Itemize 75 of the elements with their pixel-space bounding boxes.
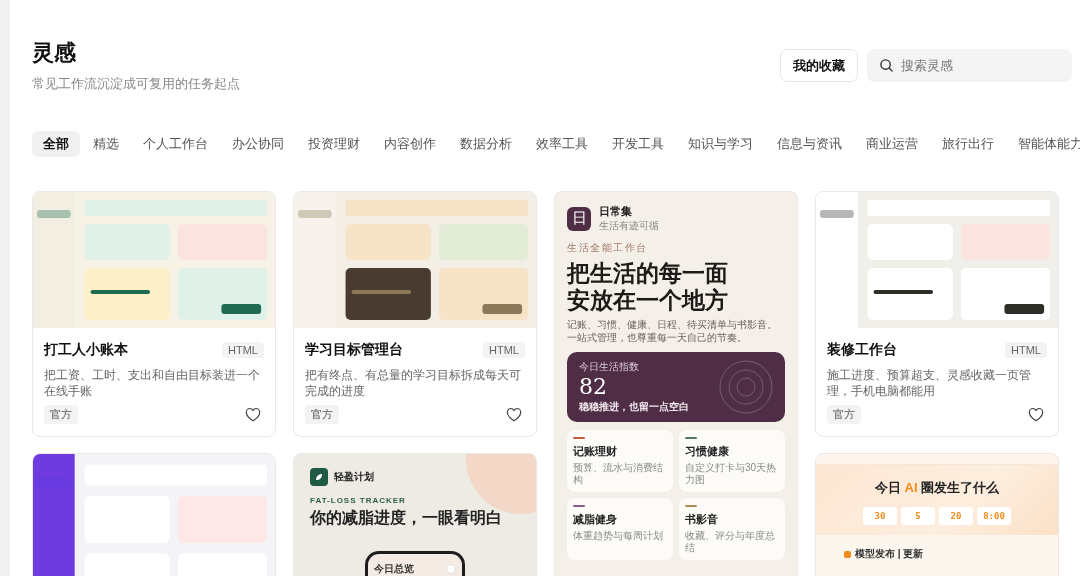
- category-tab[interactable]: 效率工具: [525, 131, 599, 157]
- card-title: 学习目标管理台: [305, 341, 403, 359]
- feature-tile[interactable]: 习惯健康 自定义打卡与30天热力图: [679, 430, 785, 492]
- category-tab[interactable]: 个人工作台: [132, 131, 219, 157]
- search-field[interactable]: 搜索灵感: [867, 49, 1072, 82]
- eyebrow-label: FAT-LOSS TRACKER: [310, 496, 407, 505]
- tile-subtitle: 预算、流水与消费结构: [573, 462, 664, 486]
- category-tab[interactable]: 数据分析: [449, 131, 523, 157]
- category-tab[interactable]: 内容创作: [373, 131, 447, 157]
- format-badge: HTML: [222, 342, 264, 358]
- stat-tile: 30: [863, 507, 897, 525]
- format-badge: HTML: [1005, 342, 1047, 358]
- stat-tile: 5: [901, 507, 935, 525]
- category-tab[interactable]: 精选: [82, 131, 130, 157]
- category-tab[interactable]: 开发工具: [601, 131, 675, 157]
- card-description: 施工进度、预算超支、灵感收藏一页管理，手机电脑都能用: [827, 367, 1032, 399]
- app-name: 轻盈计划: [334, 470, 374, 484]
- page-subtitle: 常见工作流沉淀成可复用的任务起点: [32, 75, 240, 93]
- category-tab[interactable]: 旅行出行: [931, 131, 1005, 157]
- headline: 今日 AI 圈发生了什么: [874, 479, 1000, 497]
- search-icon: [879, 58, 894, 73]
- app-name: 日常集: [599, 204, 633, 219]
- official-tag: 官方: [305, 405, 339, 424]
- tile-subtitle: 体重趋势与每周计划: [573, 530, 663, 542]
- card-title: 打工人小账本: [44, 341, 128, 359]
- tile-subtitle: 自定义打卡与30天热力图: [685, 462, 778, 486]
- format-badge: HTML: [483, 342, 525, 358]
- card-description: 把有终点、有总量的学习目标拆成每天可完成的进度: [305, 367, 522, 399]
- app-logo: 日: [567, 206, 591, 231]
- template-card[interactable]: 学习目标管理台 HTML 把有终点、有总量的学习目标拆成每天可完成的进度 官方: [293, 191, 537, 437]
- stat-tile: 8:00: [977, 507, 1011, 525]
- category-tab[interactable]: 全部: [32, 131, 80, 157]
- index-label: 今日生活指数: [579, 360, 640, 374]
- toggle-icon: [446, 564, 456, 574]
- section-title: 模型发布 | 更新: [855, 547, 924, 561]
- category-tab[interactable]: 投资理财: [297, 131, 371, 157]
- page-title: 灵感: [32, 39, 77, 67]
- headline: 安放在一个地方: [567, 286, 729, 313]
- template-card[interactable]: 今日 AI 圈发生了什么 30 5 20 8:00 模型发布 | 更新: [815, 453, 1059, 576]
- feature-tile[interactable]: 减脂健身 体重趋势与每周计划: [567, 498, 673, 560]
- heart-icon[interactable]: [245, 407, 261, 422]
- section-icon: [844, 550, 851, 558]
- favorites-button[interactable]: 我的收藏: [780, 49, 858, 82]
- heart-icon[interactable]: [506, 407, 522, 422]
- card-description: 把工资、工时、支出和自由目标装进一个在线手账: [44, 367, 261, 399]
- eyebrow-label: 生活全能工作台: [567, 241, 649, 255]
- category-tab[interactable]: 知识与学习: [677, 131, 764, 157]
- category-tab[interactable]: 办公协同: [221, 131, 295, 157]
- leaf-logo-icon: [310, 468, 328, 486]
- tile-title: 记账理财: [573, 444, 617, 459]
- headline: 把生活的每一面: [567, 259, 729, 286]
- index-value: 82: [579, 374, 608, 400]
- index-note: 稳稳推进，也留一点空白: [579, 400, 689, 414]
- heart-icon[interactable]: [1028, 407, 1044, 422]
- feature-tile[interactable]: 记账理财 预算、流水与消费结构: [567, 430, 673, 492]
- tile-title: 习惯健康: [685, 444, 729, 459]
- stat-tile: 20: [939, 507, 973, 525]
- app-tagline: 生活有迹可循: [599, 219, 659, 233]
- phone-title: 今日总览: [374, 562, 414, 576]
- rings-icon: [719, 360, 773, 414]
- feature-tile[interactable]: 书影音 收藏、评分与年度总结: [679, 498, 785, 560]
- tile-title: 减脂健身: [573, 512, 617, 527]
- tile-title: 书影音: [685, 512, 718, 527]
- category-tab[interactable]: 信息与资讯: [766, 131, 853, 157]
- template-card[interactable]: 日 日常集 生活有迹可循 生活全能工作台 把生活的每一面 安放在一个地方 记账、习惯、健康、日程、待买清单与书影音。一站式管理，也尊重每一天自己的节奏。 今日生活指数 82 稳稳推进，也留一点空白 记账理财 预算、流水与消费结构 习惯健康 自定义打卡与30天热力图 减脂健身 体重趋势与每周计划 书影音 收藏、评分与年度总结: [554, 191, 798, 576]
- template-card[interactable]: 轻盈计划 FAT-LOSS TRACKER 你的减脂进度，一眼看明白 今日总览: [293, 453, 537, 576]
- card-title: 装修工作台: [827, 341, 897, 359]
- template-card[interactable]: 打工人小账本 HTML 把工资、工时、支出和自由目标装进一个在线手账 官方: [32, 191, 276, 437]
- official-tag: 官方: [44, 405, 78, 424]
- template-card[interactable]: 装修工作台 HTML 施工进度、预算超支、灵感收藏一页管理，手机电脑都能用 官方: [815, 191, 1059, 437]
- intro-text: 记账、习惯、健康、日程、待买清单与书影音。一站式管理，也尊重每一天自己的节奏。: [567, 318, 778, 344]
- tile-subtitle: 收藏、评分与年度总结: [685, 530, 776, 554]
- official-tag: 官方: [827, 405, 861, 424]
- category-tab[interactable]: 商业运营: [855, 131, 929, 157]
- headline: 你的减脂进度，一眼看明白: [310, 508, 503, 529]
